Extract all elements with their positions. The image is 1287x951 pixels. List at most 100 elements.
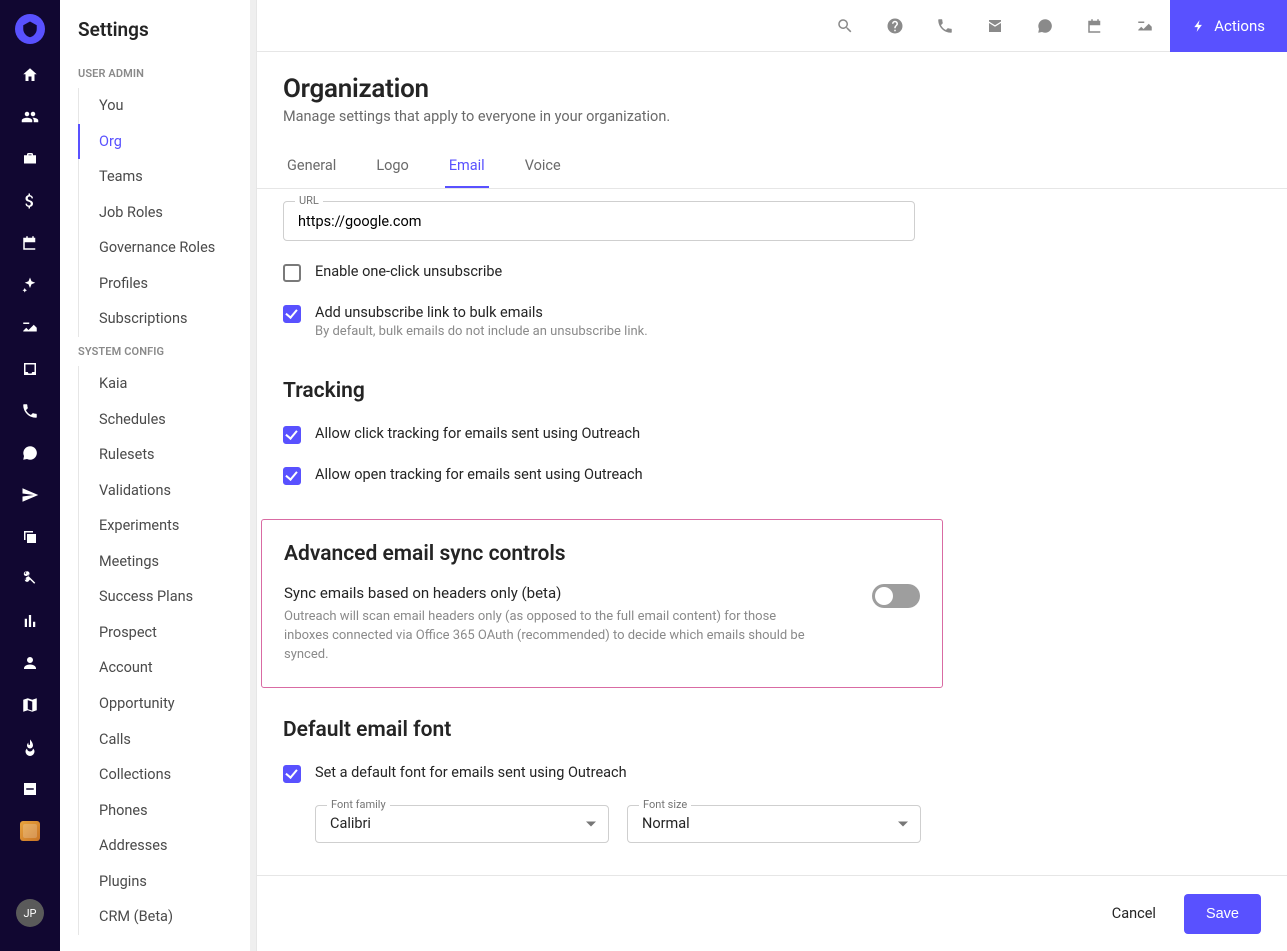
sidebar-item-profiles[interactable]: Profiles [79,266,250,302]
calendar-icon[interactable] [0,222,60,264]
page-title: Organization [283,74,1261,104]
cut-icon[interactable] [0,558,60,600]
footer-bar: Cancel Save [257,875,1287,951]
sidebar-item-addresses[interactable]: Addresses [79,828,250,864]
sync-headers-toggle[interactable] [872,584,920,608]
font-size-label: Font size [639,798,691,811]
person-icon[interactable] [0,642,60,684]
app-icon[interactable] [0,810,60,852]
email-icon[interactable] [970,0,1020,52]
one-click-unsub-checkbox[interactable] [283,264,301,282]
main-panel: Actions Organization Manage settings tha… [257,0,1287,951]
page-subtitle: Manage settings that apply to everyone i… [283,108,1261,125]
sidebar-item-success-plans[interactable]: Success Plans [79,579,250,615]
inbox-icon[interactable] [0,348,60,390]
phone-icon[interactable] [920,0,970,52]
page-tabs: General Logo Email Voice [283,145,1261,188]
sidebar-item-plugins[interactable]: Plugins [79,864,250,900]
bulk-unsub-checkbox[interactable] [283,305,301,323]
copy-icon[interactable] [0,516,60,558]
sidebar-item-experiments[interactable]: Experiments [79,508,250,544]
tasks-icon[interactable] [1120,0,1170,52]
logo-icon[interactable] [15,14,45,44]
sidebar-title: Settings [60,18,250,59]
minimize-icon[interactable] [0,768,60,810]
chart-icon[interactable] [0,600,60,642]
page-header: Organization Manage settings that apply … [257,52,1287,189]
top-toolbar: Actions [257,0,1287,52]
cancel-button[interactable]: Cancel [1104,895,1164,932]
advanced-sync-title: Advanced email sync controls [284,542,920,566]
tab-voice[interactable]: Voice [521,145,565,188]
chat-icon[interactable] [1020,0,1070,52]
sidebar-item-crm-beta-[interactable]: CRM (Beta) [79,899,250,935]
sidebar-item-prospect[interactable]: Prospect [79,615,250,651]
tab-general[interactable]: General [283,145,340,188]
chevron-down-icon [586,821,596,826]
sidebar-item-job-roles[interactable]: Job Roles [79,195,250,231]
url-label: URL [295,194,323,207]
bulk-unsub-desc: By default, bulk emails do not include a… [315,324,648,339]
open-tracking-checkbox[interactable] [283,467,301,485]
sidebar-item-governance-roles[interactable]: Governance Roles [79,230,250,266]
sync-headers-desc: Outreach will scan email headers only (a… [284,608,824,665]
settings-sidebar: Settings USER ADMINYouOrgTeamsJob RolesG… [60,0,257,951]
sidebar-item-teams[interactable]: Teams [79,159,250,195]
home-icon[interactable] [0,54,60,96]
default-font-checkbox[interactable] [283,765,301,783]
click-tracking-checkbox[interactable] [283,426,301,444]
sidebar-item-phones[interactable]: Phones [79,793,250,829]
help-icon[interactable] [870,0,920,52]
people-icon[interactable] [0,96,60,138]
tab-email[interactable]: Email [445,145,489,188]
sidebar-section-label: SYSTEM CONFIG [60,337,250,366]
sidebar-item-collections[interactable]: Collections [79,757,250,793]
sync-headers-label: Sync emails based on headers only (beta) [284,584,824,602]
tasks-icon[interactable] [0,306,60,348]
font-family-value: Calibri [330,815,371,832]
sidebar-item-schedules[interactable]: Schedules [79,402,250,438]
briefcase-icon[interactable] [0,138,60,180]
actions-label: Actions [1214,17,1265,35]
default-font-label: Set a default font for emails sent using… [315,764,627,781]
actions-button[interactable]: Actions [1170,0,1287,52]
icon-rail: JP [0,0,60,951]
spark-icon[interactable] [0,264,60,306]
calendar-icon[interactable] [1070,0,1120,52]
sidebar-item-kaia[interactable]: Kaia [79,366,250,402]
sidebar-item-meetings[interactable]: Meetings [79,544,250,580]
dollar-icon[interactable] [0,180,60,222]
url-input[interactable] [283,201,915,241]
open-tracking-label: Allow open tracking for emails sent usin… [315,466,643,483]
user-avatar[interactable]: JP [16,899,44,927]
sidebar-item-opportunity[interactable]: Opportunity [79,686,250,722]
tracking-title: Tracking [283,379,983,403]
phone-icon[interactable] [0,390,60,432]
content-area: URL Enable one-click unsubscribe Add uns… [257,189,1287,875]
sidebar-item-org[interactable]: Org [78,124,250,160]
sidebar-section-label: USER ADMIN [60,59,250,88]
font-size-value: Normal [642,815,690,832]
map-icon[interactable] [0,684,60,726]
search-icon[interactable] [820,0,870,52]
chat-icon[interactable] [0,432,60,474]
advanced-sync-box: Advanced email sync controls Sync emails… [261,519,943,688]
flame-icon[interactable] [0,726,60,768]
sidebar-item-you[interactable]: You [79,88,250,124]
sidebar-item-validations[interactable]: Validations [79,473,250,509]
url-field-wrap: URL [283,201,983,241]
save-button[interactable]: Save [1184,894,1261,934]
font-family-label: Font family [327,798,390,811]
sidebar-item-account[interactable]: Account [79,650,250,686]
default-font-title: Default email font [283,718,983,742]
lightning-icon [1192,19,1206,33]
send-icon[interactable] [0,474,60,516]
chevron-down-icon [898,821,908,826]
one-click-unsub-label: Enable one-click unsubscribe [315,263,502,280]
sidebar-item-subscriptions[interactable]: Subscriptions [79,301,250,337]
bulk-unsub-label: Add unsubscribe link to bulk emails [315,304,648,321]
sidebar-item-calls[interactable]: Calls [79,722,250,758]
tab-logo[interactable]: Logo [372,145,413,188]
click-tracking-label: Allow click tracking for emails sent usi… [315,425,640,442]
sidebar-item-rulesets[interactable]: Rulesets [79,437,250,473]
